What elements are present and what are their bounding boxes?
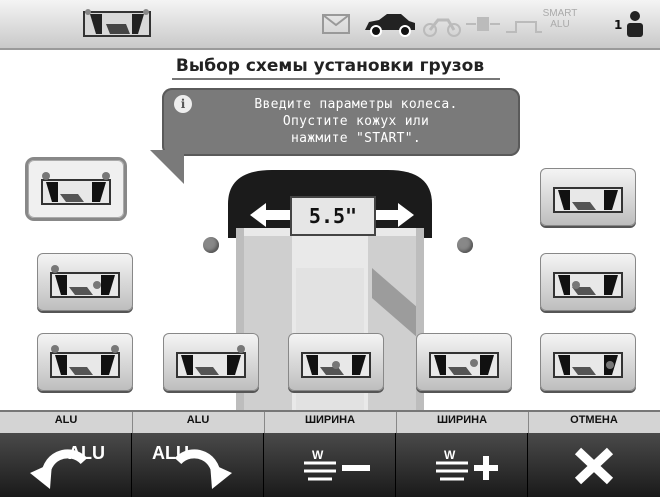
- alu-scheme-icon: [553, 187, 623, 213]
- function-label-1: ALU: [54, 414, 78, 426]
- width-minus-text: W: [312, 448, 324, 462]
- car-icon[interactable]: [363, 12, 417, 38]
- title-underline: [172, 78, 500, 80]
- width-plus-button[interactable]: W: [396, 433, 528, 497]
- alu-scheme-icon: [176, 345, 246, 378]
- alu-scheme-2[interactable]: [37, 253, 133, 311]
- function-label-bar: ALU ALU ШИРИНА ШИРИНА ОТМЕНА: [0, 410, 660, 434]
- rotate-right-icon: ALU: [152, 443, 232, 489]
- operator-icon[interactable]: [624, 10, 646, 38]
- message-bubble-tail: [150, 150, 184, 184]
- weight-icon[interactable]: [466, 14, 500, 34]
- operator-number: 1: [614, 18, 623, 32]
- message-text: Введите параметры колеса. Опустите кожух…: [254, 97, 458, 146]
- alu-next-text: ALU: [152, 443, 189, 463]
- info-icon: i: [174, 95, 192, 113]
- width-value-display: 5.5": [290, 196, 376, 236]
- arrow-right-icon: [374, 201, 414, 233]
- function-label-3: ШИРИНА: [304, 414, 356, 426]
- page-title: Выбор схемы установки грузов: [175, 56, 485, 76]
- alu-scheme-9[interactable]: [540, 333, 636, 391]
- smart-label: SMART: [542, 8, 578, 19]
- alu-prev-button[interactable]: ALU: [0, 433, 132, 497]
- alu-scheme-icon: [50, 265, 120, 298]
- alu-scheme-8[interactable]: [540, 253, 636, 311]
- alu-scheme-icon: [553, 352, 623, 378]
- close-icon: [574, 447, 614, 485]
- function-label-4: ШИРИНА: [436, 414, 488, 426]
- width-plus-text: W: [444, 448, 456, 462]
- wheel-balancer-icon: [80, 6, 154, 40]
- alu-scheme-4[interactable]: [163, 333, 259, 391]
- weight-position-right: [457, 237, 473, 253]
- function-button-bar: ALU ALU W W: [0, 433, 660, 497]
- function-label-2: ALU: [186, 414, 210, 426]
- weight-position-left: [203, 237, 219, 253]
- rotate-left-icon: ALU: [30, 443, 105, 489]
- motorcycle-icon[interactable]: [422, 12, 462, 38]
- alu-weight-icon[interactable]: [506, 16, 542, 36]
- alu-scheme-1[interactable]: [28, 160, 124, 218]
- alu-scheme-icon: [301, 352, 371, 378]
- mail-icon[interactable]: [322, 14, 350, 34]
- function-label-5: ОТМЕНА: [570, 414, 618, 426]
- alu-prev-text: ALU: [68, 443, 105, 463]
- alu-scheme-5[interactable]: [288, 333, 384, 391]
- alu-scheme-3[interactable]: [37, 333, 133, 391]
- alu-scheme-icon: [50, 345, 120, 378]
- top-status-bar: SMART ALU 1: [0, 0, 660, 50]
- alu-scheme-7[interactable]: [540, 168, 636, 226]
- arrow-left-icon: [250, 201, 290, 233]
- width-minus-icon: W: [304, 448, 370, 481]
- alu-scheme-6[interactable]: [416, 333, 512, 391]
- cancel-button[interactable]: [528, 433, 660, 497]
- width-minus-button[interactable]: W: [264, 433, 396, 497]
- alu-scheme-icon: [553, 272, 623, 298]
- smart-alu-label[interactable]: SMART ALU: [540, 8, 580, 30]
- alu-next-button[interactable]: ALU: [132, 433, 264, 497]
- alu-scheme-icon: [41, 172, 111, 205]
- alu-scheme-icon: [429, 352, 499, 378]
- width-plus-icon: W: [436, 448, 498, 481]
- smart-sub-label: ALU: [550, 19, 570, 30]
